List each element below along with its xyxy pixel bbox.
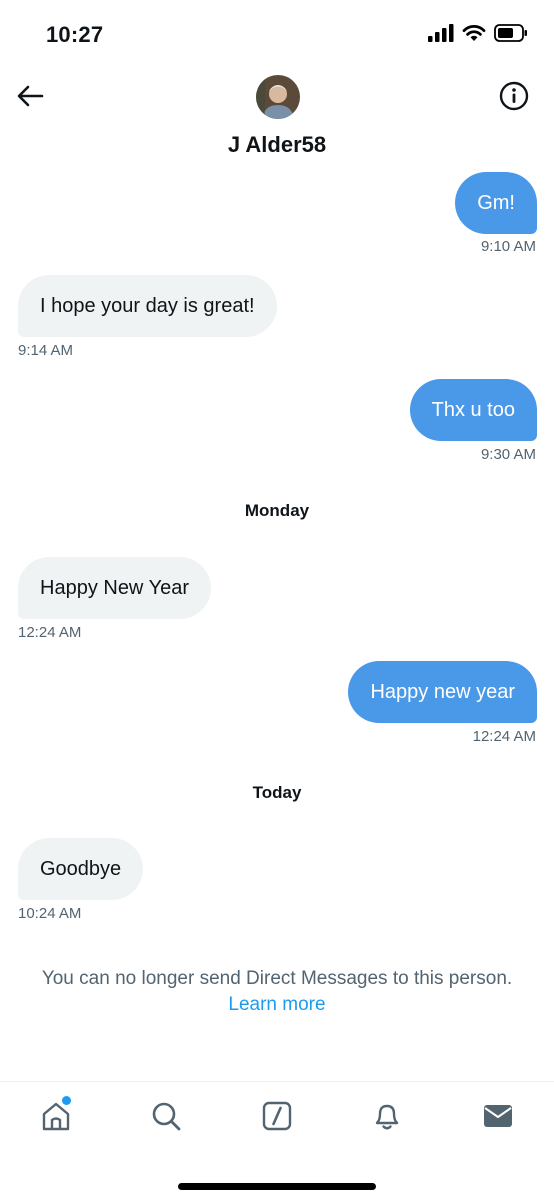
bell-icon <box>371 1100 403 1137</box>
learn-more-link[interactable]: Learn more <box>0 992 554 1018</box>
message-timestamp: 9:14 AM <box>18 342 74 359</box>
battery-icon <box>494 24 528 47</box>
avatar[interactable] <box>256 75 300 119</box>
notice-text: You can no longer send Direct Messages t… <box>41 968 513 989</box>
message-timestamp: 12:24 AM <box>472 728 536 745</box>
home-icon <box>40 1100 72 1137</box>
status-bar: 10:27 <box>0 0 554 62</box>
message-timestamp: 12:24 AM <box>18 624 82 641</box>
message-timestamp: 9:10 AM <box>480 238 536 255</box>
home-indicator[interactable] <box>178 1183 376 1190</box>
status-icons <box>428 24 528 47</box>
info-icon <box>499 81 529 116</box>
day-separator: Monday <box>244 501 310 520</box>
status-time: 10:27 <box>46 22 104 47</box>
message-timestamp: 9:30 AM <box>480 446 536 463</box>
message-bubble-sent[interactable]: Thx u too <box>409 379 537 441</box>
nav-search[interactable] <box>148 1100 184 1136</box>
notification-dot <box>62 1096 71 1105</box>
dm-disabled-notice: You can no longer send Direct Messages t… <box>0 966 554 1018</box>
nav-messages[interactable] <box>480 1100 516 1136</box>
info-button[interactable] <box>498 81 530 116</box>
day-separator: Today <box>252 783 302 802</box>
back-button[interactable] <box>14 82 46 114</box>
nav-compose[interactable] <box>259 1100 295 1136</box>
contact-name[interactable]: J Alder58 <box>0 132 554 158</box>
conversation-header: J Alder58 <box>0 62 554 170</box>
signal-icon <box>428 24 454 47</box>
back-arrow-icon <box>16 84 44 113</box>
nav-home[interactable] <box>38 1100 74 1136</box>
mail-icon <box>482 1100 514 1137</box>
search-icon <box>150 1100 182 1137</box>
message-bubble-received[interactable]: Goodbye <box>18 838 144 900</box>
wifi-icon <box>462 24 486 47</box>
message-bubble-sent[interactable]: Gm! <box>455 172 537 234</box>
message-bubble-received[interactable]: I hope your day is great! <box>18 275 277 337</box>
message-bubble-sent[interactable]: Happy new year <box>348 661 537 723</box>
nav-notifications[interactable] <box>369 1100 405 1136</box>
message-bubble-received[interactable]: Happy New Year <box>18 557 211 619</box>
message-timestamp: 10:24 AM <box>18 905 82 922</box>
compose-icon <box>261 1100 293 1137</box>
